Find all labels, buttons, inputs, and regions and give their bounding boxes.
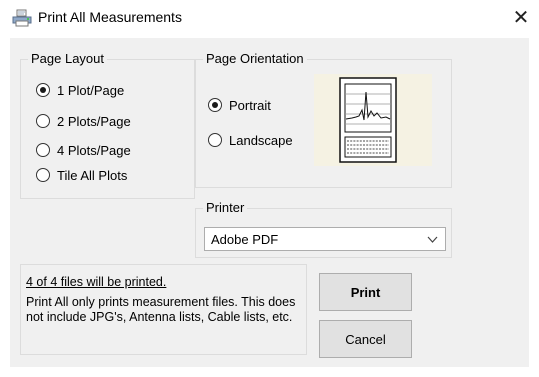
radio-button[interactable]	[208, 133, 222, 147]
cancel-button[interactable]: Cancel	[319, 320, 412, 358]
page-orientation-label: Page Orientation	[203, 51, 307, 67]
print-button[interactable]: Print	[319, 273, 412, 311]
printer-label: Printer	[203, 200, 248, 216]
radio-button[interactable]	[36, 83, 50, 97]
close-button[interactable]: ✕	[503, 0, 539, 36]
layout-option-1-plot[interactable]: 1 Plot/Page	[36, 81, 124, 99]
portrait-page-preview-icon	[314, 74, 432, 166]
chevron-down-icon	[427, 236, 438, 243]
radio-label: 4 Plots/Page	[57, 142, 131, 158]
files-count-text: 4 of 4 files will be printed.	[26, 275, 167, 289]
printer-group: Printer Adobe PDF	[195, 200, 452, 258]
radio-button[interactable]	[36, 168, 50, 182]
layout-option-tile-all[interactable]: Tile All Plots	[36, 166, 127, 184]
radio-label: Portrait	[229, 97, 271, 113]
radio-label: Landscape	[229, 132, 293, 148]
radio-button[interactable]	[36, 143, 50, 157]
page-layout-label: Page Layout	[28, 51, 108, 67]
radio-label: 2 Plots/Page	[57, 113, 131, 129]
printer-select[interactable]: Adobe PDF	[204, 227, 446, 251]
printer-icon	[12, 9, 32, 27]
dialog-body: Page Layout 1 Plot/Page 2 Plots/Page 4 P…	[10, 38, 529, 367]
radio-button[interactable]	[36, 114, 50, 128]
orientation-option-landscape[interactable]: Landscape	[208, 131, 293, 149]
radio-button[interactable]	[208, 98, 222, 112]
print-all-note: Print All only prints measurement files.…	[26, 295, 296, 324]
orientation-option-portrait[interactable]: Portrait	[208, 96, 271, 114]
layout-option-4-plots[interactable]: 4 Plots/Page	[36, 141, 131, 159]
window-title: Print All Measurements	[38, 9, 182, 25]
layout-option-2-plots[interactable]: 2 Plots/Page	[36, 112, 131, 130]
page-orientation-group: Page Orientation Portrait Landscape	[195, 51, 452, 188]
printer-select-value: Adobe PDF	[211, 231, 279, 247]
radio-label: Tile All Plots	[57, 167, 128, 183]
info-panel: 4 of 4 files will be printed. Print All …	[20, 264, 307, 355]
radio-label: 1 Plot/Page	[57, 82, 125, 98]
page-layout-group: Page Layout 1 Plot/Page 2 Plots/Page 4 P…	[20, 51, 195, 199]
title-bar: Print All Measurements ✕	[0, 0, 539, 36]
